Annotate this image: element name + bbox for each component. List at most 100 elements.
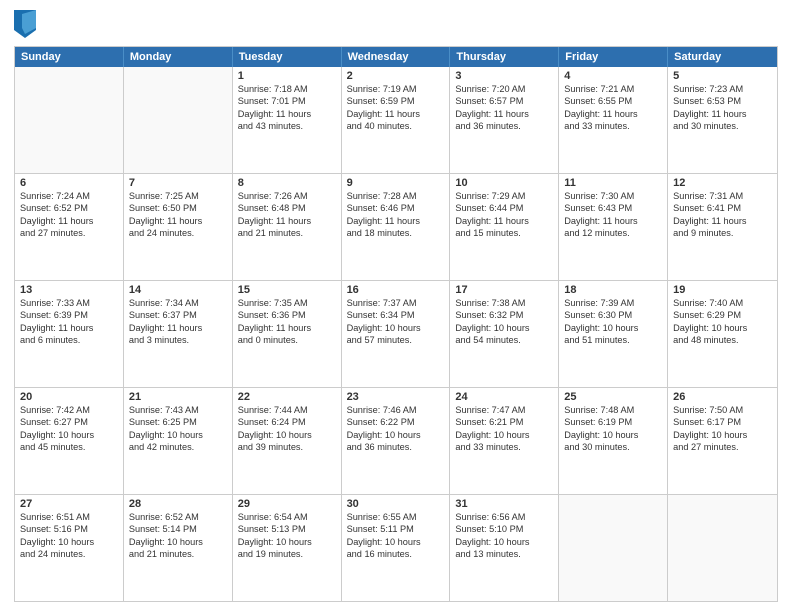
cell-line-3: and 30 minutes. xyxy=(564,441,662,453)
cell-line-3: and 43 minutes. xyxy=(238,120,336,132)
cell-line-3: and 9 minutes. xyxy=(673,227,772,239)
cell-line-2: Daylight: 11 hours xyxy=(20,322,118,334)
day-number: 15 xyxy=(238,284,336,296)
day-number: 31 xyxy=(455,498,553,510)
cell-line-2: Daylight: 10 hours xyxy=(347,322,445,334)
cell-line-1: Sunset: 6:22 PM xyxy=(347,416,445,428)
day-cell-3: 3Sunrise: 7:20 AMSunset: 6:57 PMDaylight… xyxy=(450,67,559,173)
day-number: 19 xyxy=(673,284,772,296)
cell-line-0: Sunrise: 7:23 AM xyxy=(673,83,772,95)
cell-line-1: Sunset: 6:25 PM xyxy=(129,416,227,428)
cell-line-2: Daylight: 11 hours xyxy=(455,108,553,120)
cell-line-2: Daylight: 11 hours xyxy=(20,215,118,227)
cell-line-1: Sunset: 6:53 PM xyxy=(673,95,772,107)
cell-line-0: Sunrise: 7:37 AM xyxy=(347,297,445,309)
cell-line-0: Sunrise: 7:19 AM xyxy=(347,83,445,95)
cell-line-3: and 51 minutes. xyxy=(564,334,662,346)
cell-line-1: Sunset: 6:32 PM xyxy=(455,309,553,321)
day-number: 14 xyxy=(129,284,227,296)
day-number: 13 xyxy=(20,284,118,296)
day-header-saturday: Saturday xyxy=(668,47,777,67)
calendar-header: SundayMondayTuesdayWednesdayThursdayFrid… xyxy=(15,47,777,67)
day-number: 2 xyxy=(347,70,445,82)
cell-line-2: Daylight: 11 hours xyxy=(673,215,772,227)
cell-line-0: Sunrise: 7:35 AM xyxy=(238,297,336,309)
empty-cell xyxy=(559,495,668,601)
day-number: 20 xyxy=(20,391,118,403)
cell-line-3: and 36 minutes. xyxy=(455,120,553,132)
cell-line-0: Sunrise: 6:54 AM xyxy=(238,511,336,523)
cell-line-3: and 54 minutes. xyxy=(455,334,553,346)
day-number: 17 xyxy=(455,284,553,296)
cell-line-0: Sunrise: 7:43 AM xyxy=(129,404,227,416)
cell-line-3: and 3 minutes. xyxy=(129,334,227,346)
cell-line-3: and 21 minutes. xyxy=(238,227,336,239)
cell-line-2: Daylight: 11 hours xyxy=(129,215,227,227)
cell-line-0: Sunrise: 7:30 AM xyxy=(564,190,662,202)
cell-line-2: Daylight: 10 hours xyxy=(20,429,118,441)
day-cell-12: 12Sunrise: 7:31 AMSunset: 6:41 PMDayligh… xyxy=(668,174,777,280)
day-number: 28 xyxy=(129,498,227,510)
day-number: 7 xyxy=(129,177,227,189)
cell-line-0: Sunrise: 7:34 AM xyxy=(129,297,227,309)
day-number: 11 xyxy=(564,177,662,189)
cell-line-0: Sunrise: 7:50 AM xyxy=(673,404,772,416)
cell-line-0: Sunrise: 7:26 AM xyxy=(238,190,336,202)
cell-line-3: and 36 minutes. xyxy=(347,441,445,453)
cell-line-3: and 33 minutes. xyxy=(564,120,662,132)
day-number: 16 xyxy=(347,284,445,296)
cell-line-1: Sunset: 7:01 PM xyxy=(238,95,336,107)
day-number: 21 xyxy=(129,391,227,403)
cell-line-3: and 42 minutes. xyxy=(129,441,227,453)
cell-line-2: Daylight: 11 hours xyxy=(673,108,772,120)
cell-line-2: Daylight: 10 hours xyxy=(455,536,553,548)
cell-line-0: Sunrise: 7:47 AM xyxy=(455,404,553,416)
cell-line-3: and 0 minutes. xyxy=(238,334,336,346)
cell-line-2: Daylight: 10 hours xyxy=(673,429,772,441)
cell-line-3: and 6 minutes. xyxy=(20,334,118,346)
cell-line-3: and 39 minutes. xyxy=(238,441,336,453)
cell-line-1: Sunset: 6:21 PM xyxy=(455,416,553,428)
day-cell-19: 19Sunrise: 7:40 AMSunset: 6:29 PMDayligh… xyxy=(668,281,777,387)
cell-line-0: Sunrise: 6:52 AM xyxy=(129,511,227,523)
cell-line-1: Sunset: 5:10 PM xyxy=(455,523,553,535)
cell-line-1: Sunset: 6:59 PM xyxy=(347,95,445,107)
day-cell-23: 23Sunrise: 7:46 AMSunset: 6:22 PMDayligh… xyxy=(342,388,451,494)
day-cell-26: 26Sunrise: 7:50 AMSunset: 6:17 PMDayligh… xyxy=(668,388,777,494)
cell-line-0: Sunrise: 7:44 AM xyxy=(238,404,336,416)
cell-line-3: and 40 minutes. xyxy=(347,120,445,132)
page: SundayMondayTuesdayWednesdayThursdayFrid… xyxy=(0,0,792,612)
cell-line-0: Sunrise: 6:56 AM xyxy=(455,511,553,523)
cell-line-1: Sunset: 5:13 PM xyxy=(238,523,336,535)
cell-line-1: Sunset: 6:27 PM xyxy=(20,416,118,428)
day-cell-5: 5Sunrise: 7:23 AMSunset: 6:53 PMDaylight… xyxy=(668,67,777,173)
cell-line-2: Daylight: 10 hours xyxy=(20,536,118,548)
cell-line-2: Daylight: 10 hours xyxy=(455,322,553,334)
cell-line-2: Daylight: 11 hours xyxy=(347,108,445,120)
day-number: 25 xyxy=(564,391,662,403)
day-cell-6: 6Sunrise: 7:24 AMSunset: 6:52 PMDaylight… xyxy=(15,174,124,280)
day-cell-28: 28Sunrise: 6:52 AMSunset: 5:14 PMDayligh… xyxy=(124,495,233,601)
cell-line-2: Daylight: 11 hours xyxy=(564,215,662,227)
day-number: 23 xyxy=(347,391,445,403)
day-number: 1 xyxy=(238,70,336,82)
cell-line-2: Daylight: 10 hours xyxy=(673,322,772,334)
day-cell-15: 15Sunrise: 7:35 AMSunset: 6:36 PMDayligh… xyxy=(233,281,342,387)
day-cell-20: 20Sunrise: 7:42 AMSunset: 6:27 PMDayligh… xyxy=(15,388,124,494)
empty-cell xyxy=(668,495,777,601)
cell-line-2: Daylight: 10 hours xyxy=(455,429,553,441)
cell-line-3: and 13 minutes. xyxy=(455,548,553,560)
cell-line-3: and 19 minutes. xyxy=(238,548,336,560)
cell-line-1: Sunset: 6:57 PM xyxy=(455,95,553,107)
day-cell-13: 13Sunrise: 7:33 AMSunset: 6:39 PMDayligh… xyxy=(15,281,124,387)
day-number: 5 xyxy=(673,70,772,82)
calendar-row-0: 1Sunrise: 7:18 AMSunset: 7:01 PMDaylight… xyxy=(15,67,777,173)
day-number: 22 xyxy=(238,391,336,403)
cell-line-0: Sunrise: 6:55 AM xyxy=(347,511,445,523)
cell-line-0: Sunrise: 7:39 AM xyxy=(564,297,662,309)
cell-line-0: Sunrise: 7:46 AM xyxy=(347,404,445,416)
cell-line-0: Sunrise: 7:21 AM xyxy=(564,83,662,95)
calendar-row-2: 13Sunrise: 7:33 AMSunset: 6:39 PMDayligh… xyxy=(15,280,777,387)
cell-line-3: and 18 minutes. xyxy=(347,227,445,239)
cell-line-2: Daylight: 10 hours xyxy=(347,429,445,441)
